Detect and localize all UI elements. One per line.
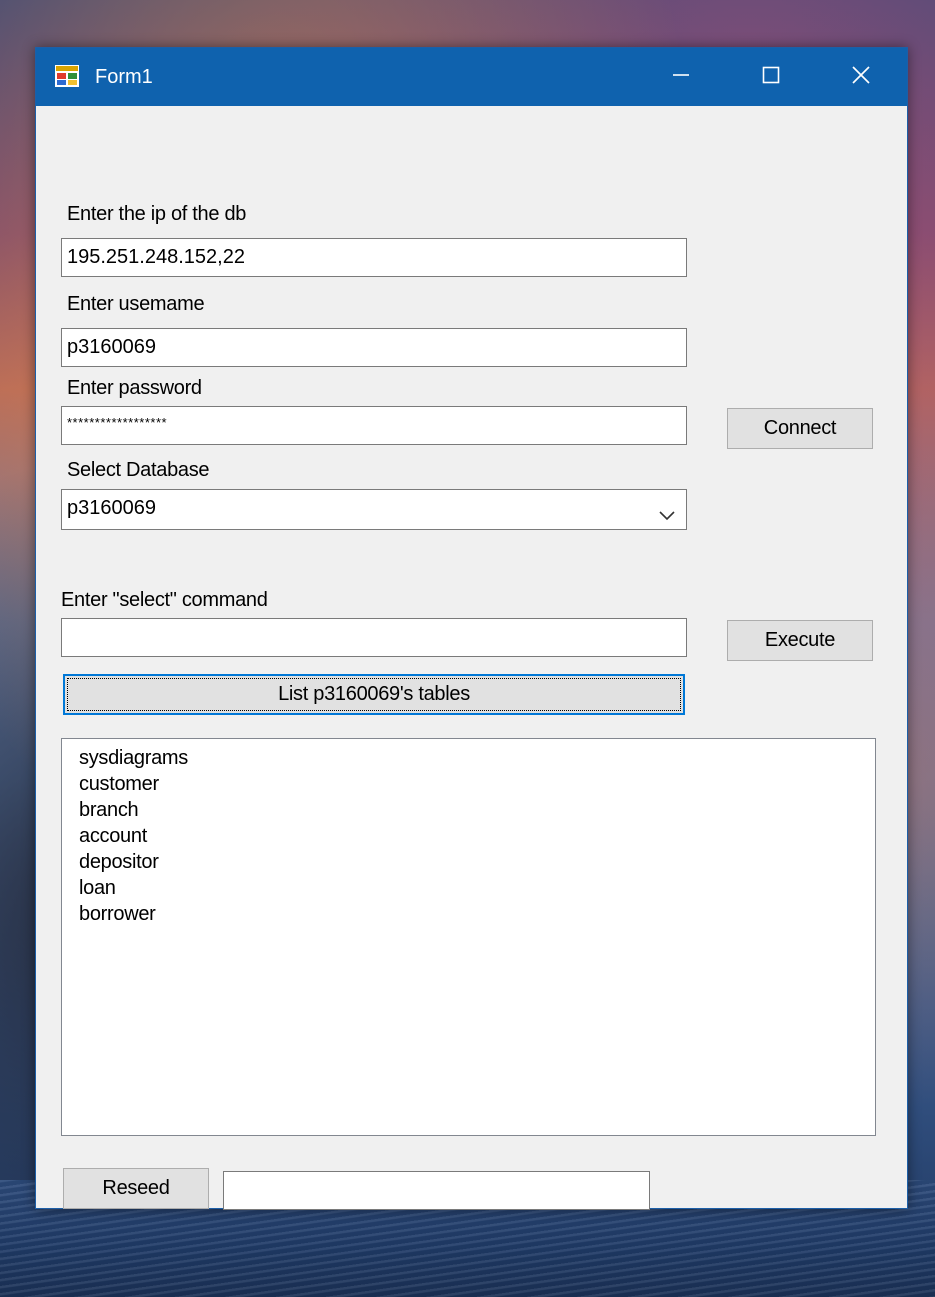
windows-form-icon — [55, 65, 79, 87]
list-item[interactable]: branch — [79, 797, 875, 823]
select-database-value: p3160069 — [67, 497, 156, 519]
maximize-icon — [762, 66, 780, 89]
connect-button[interactable]: Connect — [727, 408, 873, 449]
ip-input[interactable]: 195.251.248.152,22 — [61, 238, 687, 277]
password-input[interactable]: ****************** — [61, 406, 687, 445]
select-database-label: Select Database — [67, 459, 210, 481]
username-label: Enter usemame — [67, 293, 205, 315]
list-item[interactable]: sysdiagrams — [79, 745, 875, 771]
minimize-icon — [672, 66, 690, 89]
list-item[interactable]: customer — [79, 771, 875, 797]
list-item[interactable]: depositor — [79, 849, 875, 875]
list-tables-button[interactable]: List p3160069's tables — [63, 674, 685, 715]
minimize-button[interactable] — [636, 48, 726, 106]
focus-rectangle — [67, 678, 681, 711]
maximize-button[interactable] — [726, 48, 816, 106]
username-input[interactable]: p3160069 — [61, 328, 687, 367]
tables-listbox[interactable]: sysdiagrams customer branch account depo… — [61, 738, 876, 1136]
chevron-down-icon[interactable] — [658, 500, 676, 521]
list-item[interactable]: account — [79, 823, 875, 849]
reseed-button[interactable]: Reseed — [63, 1168, 209, 1209]
password-label: Enter password — [67, 377, 202, 399]
reseed-input[interactable] — [223, 1171, 650, 1210]
close-button[interactable] — [816, 48, 906, 106]
ip-label: Enter the ip of the db — [67, 203, 247, 225]
select-database-combobox[interactable]: p3160069 — [61, 489, 687, 530]
list-item[interactable]: loan — [79, 875, 875, 901]
form-window: Form1 Enter the ip of the db 195.251.248… — [35, 47, 908, 1210]
select-command-input[interactable] — [61, 618, 687, 657]
list-item[interactable]: borrower — [79, 901, 875, 927]
execute-button[interactable]: Execute — [727, 620, 873, 661]
form-client-area: Enter the ip of the db 195.251.248.152,2… — [36, 106, 907, 1210]
window-title: Form1 — [95, 66, 153, 88]
select-command-label: Enter "select" command — [61, 589, 268, 611]
title-bar[interactable]: Form1 — [36, 48, 907, 106]
close-icon — [851, 65, 871, 90]
